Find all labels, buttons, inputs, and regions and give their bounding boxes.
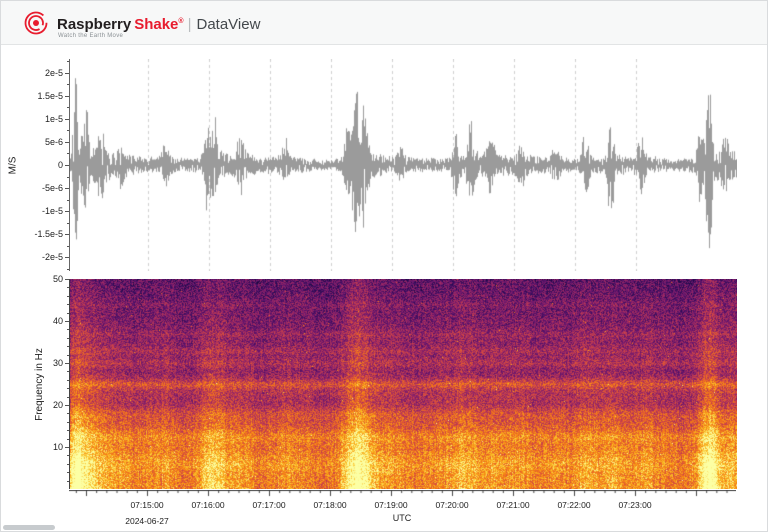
spectrogram-y-minor-tick (67, 464, 69, 465)
spectrogram-y-minor-tick (67, 287, 69, 288)
spectrogram-y-tick-mark (65, 321, 69, 322)
spectrogram-y-minor-tick (67, 455, 69, 456)
raspberry-shake-logo-icon (24, 11, 48, 34)
spectrogram-y-minor-tick (67, 329, 69, 330)
brand-tagline: Watch the Earth Move (58, 32, 124, 39)
spectrogram-y-minor-tick (67, 413, 69, 414)
spectrogram-y-minor-tick (67, 439, 69, 440)
spectrogram-y-tick-label: 50 (52, 274, 63, 284)
waveform-y-tick-label: 0 (57, 160, 63, 170)
waveform-y-tick-label: -2e-5 (41, 252, 63, 263)
waveform-y-minor-tick (67, 200, 69, 201)
spectrogram-plot[interactable] (69, 279, 737, 489)
waveform-y-tick-mark (65, 188, 69, 189)
waveform-y-minor-tick (67, 61, 69, 62)
x-tick-label: 07:22:00 (557, 500, 591, 510)
waveform-y-tick-label: -5e-6 (41, 183, 63, 194)
spectrogram-y-minor-tick (67, 380, 69, 381)
spectrogram-y-tick-label: 30 (52, 358, 63, 368)
x-tick-label: 07:15:00 (130, 500, 164, 510)
brand-registered-icon: ® (178, 17, 184, 25)
spectrogram-y-tick-mark (65, 405, 69, 406)
waveform-y-tick-mark (65, 257, 69, 258)
spectrogram-y-minor-tick (67, 371, 69, 372)
x-tick-label: 07:17:00 (252, 500, 286, 510)
spectrogram-y-tick-mark (65, 279, 69, 280)
waveform-y-tick-mark (65, 119, 69, 120)
waveform-y-minor-tick (67, 177, 69, 178)
x-tick-label: 07:16:00 (191, 500, 225, 510)
spectrogram-y-tick-label: 20 (52, 400, 63, 410)
waveform-y-tick-mark (65, 211, 69, 212)
spectrogram-y-minor-tick (67, 472, 69, 473)
horizontal-scrollbar[interactable] (3, 525, 55, 530)
x-tick-label: 07:18:00 (313, 500, 347, 510)
x-tick-label: 07:19:00 (374, 500, 408, 510)
waveform-y-tick-label: 1e-5 (44, 113, 63, 124)
spectrogram-y-tick-label: 40 (52, 316, 63, 326)
spectrogram-y-minor-tick (67, 355, 69, 356)
waveform-y-tick-label: 1.5e-5 (37, 90, 63, 101)
x-tick-label: 07:20:00 (435, 500, 469, 510)
x-tick-label: 07:21:00 (496, 500, 530, 510)
x-axis-unit-label: UTC (392, 513, 412, 523)
product-name: DataView (196, 15, 261, 33)
spectrogram-y-minor-tick (67, 481, 69, 482)
waveform-y-tick-label: -1e-5 (41, 206, 63, 217)
waveform-y-minor-tick (67, 107, 69, 108)
waveform-y-tick-mark (65, 73, 69, 74)
spectrogram-y-tick-label: 10 (52, 442, 63, 452)
waveform-plot[interactable] (69, 59, 737, 271)
spectrogram-y-minor-tick (67, 388, 69, 389)
spectrogram-y-minor-tick (67, 313, 69, 314)
brand-text: Raspberry Shake® | DataView Watch the Earth… (57, 14, 260, 40)
waveform-y-minor-tick (67, 269, 69, 270)
brand-separator: | (187, 15, 192, 33)
waveform-y-minor-tick (67, 246, 69, 247)
waveform-y-tick-mark (65, 142, 69, 143)
x-axis-date-label: 2024-06-27 (125, 516, 169, 526)
waveform-y-minor-tick (67, 130, 69, 131)
waveform-y-tick-label: 2e-5 (44, 67, 63, 78)
spectrogram-y-minor-tick (67, 296, 69, 297)
spectrogram-y-minor-tick (67, 397, 69, 398)
spectrogram-y-tick-mark (65, 363, 69, 364)
app-header: Raspberry Shake® | DataView Watch the Earth… (1, 1, 767, 45)
app-window: Raspberry Shake® | DataView Watch the Earth… (0, 0, 768, 532)
spectrogram-y-minor-tick (67, 430, 69, 431)
spectrogram-y-minor-tick (67, 304, 69, 305)
waveform-y-tick-mark (65, 234, 69, 235)
waveform-y-tick-mark (65, 96, 69, 97)
waveform-y-tick-mark (65, 165, 69, 166)
waveform-y-tick-label: 5e-6 (44, 136, 63, 147)
x-axis (69, 490, 736, 499)
x-tick-label: 07:23:00 (618, 500, 652, 510)
waveform-y-minor-tick (67, 153, 69, 154)
spectrogram-ylabel-wrap: Frequency in Hz (29, 279, 49, 489)
raspberry-shake-logo[interactable] (23, 10, 49, 36)
brand-shake: Shake (134, 15, 179, 33)
spectrogram-y-minor-tick (67, 338, 69, 339)
spectrogram-y-minor-tick (67, 422, 69, 423)
spectrogram-y-tick-mark (65, 447, 69, 448)
waveform-y-minor-tick (67, 84, 69, 85)
spectrogram-y-minor-tick (67, 346, 69, 347)
waveform-y-tick-label: -1.5e-5 (34, 229, 63, 240)
waveform-y-minor-tick (67, 223, 69, 224)
